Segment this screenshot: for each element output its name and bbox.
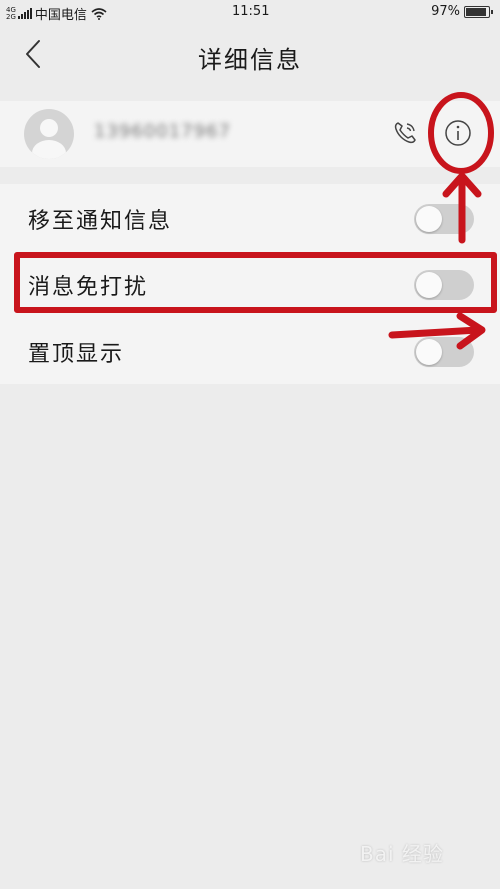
right-arrow-shaft bbox=[388, 326, 482, 339]
do-not-disturb-highlight-box bbox=[14, 252, 497, 313]
watermark: Bai 经验 bbox=[360, 842, 444, 866]
annotation-overlay bbox=[14, 92, 497, 350]
info-highlight-circle bbox=[428, 92, 494, 174]
